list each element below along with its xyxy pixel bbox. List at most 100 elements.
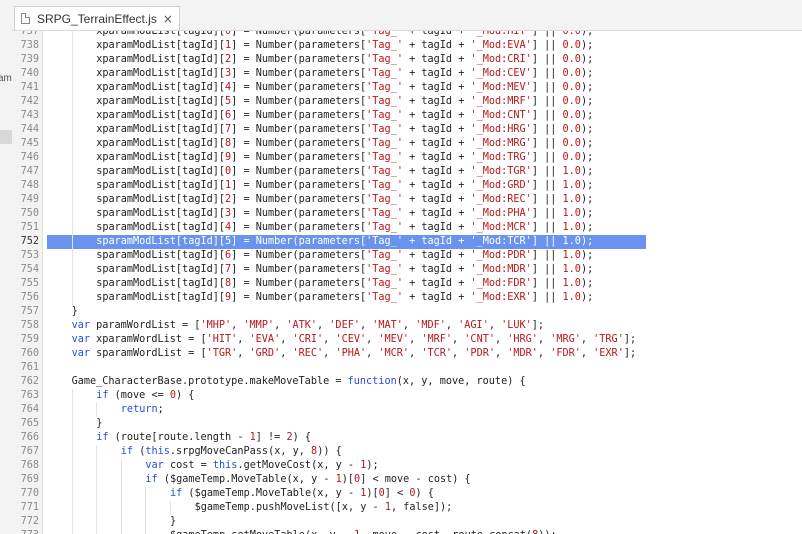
code-line[interactable]: 757} <box>12 305 802 319</box>
tab-title: SRPG_TerrainEffect.js <box>37 11 157 26</box>
code-text: xparamModList[tagId][8] = Number(paramet… <box>96 138 594 149</box>
code-line[interactable]: 756 sparamModList[tagId][9] = Number(para… <box>12 291 802 305</box>
line-number: 763 <box>20 390 39 401</box>
indent-guide <box>71 263 73 277</box>
indent-guide <box>145 515 147 529</box>
code-line[interactable]: 753 sparamModList[tagId][6] = Number(para… <box>12 249 802 263</box>
line-number: 771 <box>20 502 39 513</box>
code-line[interactable]: 737 xparamModList[tagId][0] = Number(para… <box>12 31 802 39</box>
code-line[interactable]: 747 sparamModList[tagId][0] = Number(para… <box>12 165 802 179</box>
line-number: 768 <box>20 460 39 471</box>
code-line[interactable]: 742 xparamModList[tagId][5] = Number(para… <box>12 95 802 109</box>
code-line[interactable]: 759 var xparamWordList = ['HIT', 'EVA', '… <box>12 333 802 347</box>
line-number: 761 <box>20 362 39 373</box>
code-line[interactable]: 770 if ($gameTemp.MoveTable(x, y - 1)[0] … <box>12 487 802 501</box>
line-number: 749 <box>20 194 39 205</box>
code-line[interactable]: 751 sparamModList[tagId][4] = Number(para… <box>12 221 802 235</box>
code-text: sparamModList[tagId][4] = Number(paramet… <box>96 222 594 233</box>
code-line[interactable]: 738 xparamModList[tagId][1] = Number(para… <box>12 39 802 53</box>
indent-guide <box>71 459 73 473</box>
line-number: 737 <box>20 31 39 37</box>
code-line[interactable]: 739 xparamModList[tagId][2] = Number(para… <box>12 53 802 67</box>
code-line[interactable]: 743 xparamModList[tagId][6] = Number(para… <box>12 109 802 123</box>
code-editor[interactable]: 737 xparamModList[tagId][0] = Number(para… <box>12 31 802 534</box>
code-line[interactable]: 764 return; <box>12 403 802 417</box>
code-text: xparamModList[tagId][6] = Number(paramet… <box>96 110 594 121</box>
code-text: var cost = this.getMoveCost(x, y - 1); <box>145 460 379 471</box>
line-number: 746 <box>20 152 39 163</box>
code-text: xparamModList[tagId][0] = Number(paramet… <box>96 31 594 37</box>
indent-guide <box>120 529 122 534</box>
line-number: 750 <box>20 208 39 219</box>
code-line[interactable]: 740 xparamModList[tagId][3] = Number(para… <box>12 67 802 81</box>
code-line[interactable]: 768 var cost = this.getMoveCost(x, y - 1)… <box>12 459 802 473</box>
indent-guide <box>71 515 73 529</box>
code-text: $gameTemp.setMoveTable(x, y - 1, move - … <box>170 529 557 534</box>
code-text: sparamModList[tagId][8] = Number(paramet… <box>96 278 594 289</box>
line-number: 769 <box>20 474 39 485</box>
code-line[interactable]: 760 var sparamWordList = ['TGR', 'GRD', '… <box>12 347 802 361</box>
code-text: xparamModList[tagId][2] = Number(paramet… <box>96 54 594 65</box>
code-line[interactable]: 758 var paramWordList = ['MHP', 'MMP', 'A… <box>12 319 802 333</box>
code-line[interactable]: 752 sparamModList[tagId][5] = Number(para… <box>12 235 802 249</box>
line-number: 738 <box>20 40 39 51</box>
code-line[interactable]: 762 Game_CharacterBase.prototype.makeMove… <box>12 375 802 389</box>
line-number: 739 <box>20 54 39 65</box>
indent-guide <box>96 445 98 459</box>
code-text: return; <box>120 404 164 415</box>
line-number: 740 <box>20 68 39 79</box>
line-number: 757 <box>20 306 39 317</box>
indent-guide <box>120 501 122 515</box>
code-line[interactable]: 773 $gameTemp.setMoveTable(x, y - 1, move… <box>12 529 802 534</box>
code-text: var xparamWordList = ['HIT', 'EVA', 'CRI… <box>71 334 637 345</box>
indent-guide <box>96 403 98 417</box>
code-line[interactable]: 745 xparamModList[tagId][8] = Number(para… <box>12 137 802 151</box>
code-line[interactable]: 763 if (move <= 0) { <box>12 389 802 403</box>
indent-guide <box>120 515 122 529</box>
code-line[interactable]: 766 if (route[route.length - 1] != 2) { <box>12 431 802 445</box>
code-line[interactable]: 748 sparamModList[tagId][1] = Number(para… <box>12 179 802 193</box>
indent-guide <box>71 179 73 193</box>
code-text: if (this.srpgMoveCanPass(x, y, 8)) { <box>120 446 342 457</box>
code-text: xparamModList[tagId][9] = Number(paramet… <box>96 152 594 163</box>
code-line[interactable]: 761 <box>12 361 802 375</box>
code-line[interactable]: 767 if (this.srpgMoveCanPass(x, y, 8)) { <box>12 445 802 459</box>
indent-guide <box>71 53 73 67</box>
code-line[interactable]: 771 $gameTemp.pushMoveList([x, y - 1, fal… <box>12 501 802 515</box>
code-line[interactable]: 746 xparamModList[tagId][9] = Number(para… <box>12 151 802 165</box>
line-number: 773 <box>12 529 39 534</box>
indent-guide <box>71 291 73 305</box>
indent-guide <box>96 473 98 487</box>
code-line[interactable]: 741 xparamModList[tagId][4] = Number(para… <box>12 81 802 95</box>
code-line[interactable]: 755 sparamModList[tagId][8] = Number(para… <box>12 277 802 291</box>
indent-guide <box>71 473 73 487</box>
code-line[interactable]: 750 sparamModList[tagId][3] = Number(para… <box>12 207 802 221</box>
indent-guide <box>71 39 73 53</box>
code-text: if ($gameTemp.MoveTable(x, y - 1)[0] < 0… <box>170 488 434 499</box>
code-text: xparamModList[tagId][5] = Number(paramet… <box>96 96 594 107</box>
indent-guide <box>71 193 73 207</box>
line-number: 752 <box>20 236 39 247</box>
code-text: var sparamWordList = ['TGR', 'GRD', 'REC… <box>71 348 637 359</box>
code-line[interactable]: 754 sparamModList[tagId][7] = Number(para… <box>12 263 802 277</box>
code-line[interactable]: 769 if ($gameTemp.MoveTable(x, y - 1)[0] … <box>12 473 802 487</box>
left-panel-text-fragment: am <box>0 73 12 84</box>
code-text: sparamModList[tagId][7] = Number(paramet… <box>96 264 594 275</box>
close-icon[interactable]: × <box>163 13 173 25</box>
code-line[interactable]: 772} <box>12 515 802 529</box>
indent-guide <box>71 137 73 151</box>
code-line[interactable]: 765} <box>12 417 802 431</box>
code-line[interactable]: 744 xparamModList[tagId][7] = Number(para… <box>12 123 802 137</box>
tab-srpg-terraineffect[interactable]: SRPG_TerrainEffect.js × <box>14 6 180 30</box>
line-number: 756 <box>20 292 39 303</box>
indent-guide <box>96 529 98 534</box>
indent-guide <box>120 473 122 487</box>
code-lines: 737 xparamModList[tagId][0] = Number(para… <box>12 31 802 534</box>
line-number: 767 <box>20 446 39 457</box>
code-text: sparamModList[tagId][2] = Number(paramet… <box>96 194 594 205</box>
code-line[interactable]: 749 sparamModList[tagId][2] = Number(para… <box>12 193 802 207</box>
indent-guide <box>71 249 73 263</box>
line-number: 751 <box>20 222 39 233</box>
left-panel-selection <box>0 130 12 144</box>
indent-guide <box>71 151 73 165</box>
